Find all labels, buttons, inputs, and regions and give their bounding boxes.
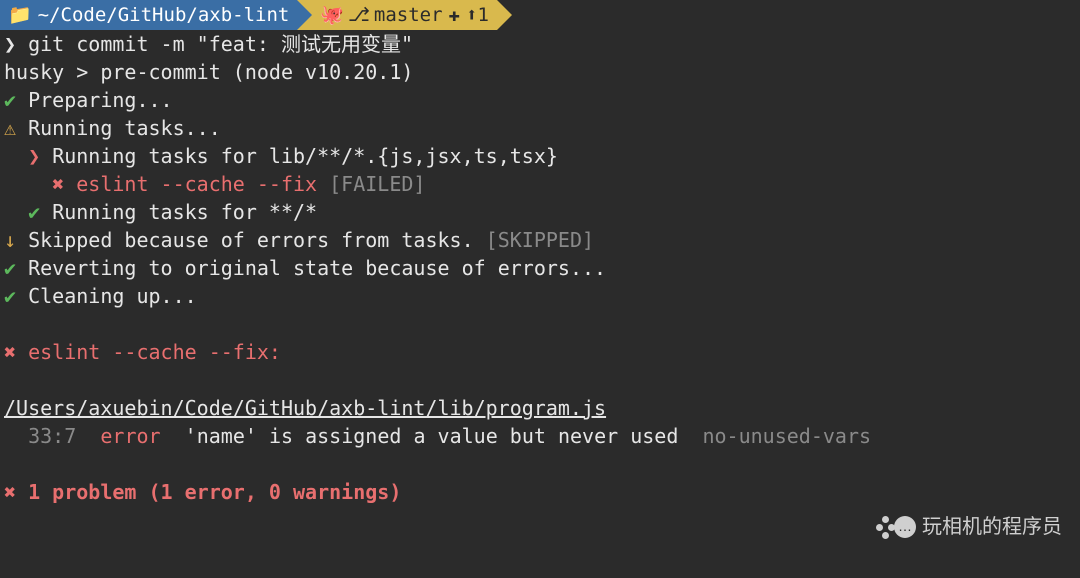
cross-icon: ✖ (4, 480, 16, 504)
eslint-header-line: ✖ eslint --cache --fix: (0, 338, 1080, 366)
lint-level: error (100, 424, 160, 448)
check-icon: ✔ (4, 284, 16, 308)
husky-line: husky > pre-commit (node v10.20.1) (0, 58, 1080, 86)
prompt-branch-segment: 🐙 ⎇ master ✚ ⬆ 1 (312, 0, 497, 30)
separator-icon (297, 0, 312, 30)
separator-icon (497, 0, 512, 30)
folder-icon: 📁 (8, 2, 32, 29)
prompt-path: ~/Code/GitHub/axb-lint (38, 2, 290, 29)
check-icon: ✔ (28, 200, 40, 224)
task-eslint-failed: ✖ eslint --cache --fix [FAILED] (0, 170, 1080, 198)
down-arrow-icon: ↓ (4, 228, 16, 252)
command-text: git commit -m "feat: 测试无用变量" (28, 32, 413, 56)
task-running-lib: ❯ Running tasks for lib/**/*.{js,jsx,ts,… (0, 142, 1080, 170)
lint-message: 33:7 error 'name' is assigned a value bu… (0, 422, 1080, 450)
prompt-path-segment: 📁 ~/Code/GitHub/axb-lint (0, 0, 297, 30)
prompt-bar: 📁 ~/Code/GitHub/axb-lint 🐙 ⎇ master ✚ ⬆ … (0, 0, 1080, 30)
task-preparing: ✔ Preparing... (0, 86, 1080, 114)
plus-icon: ✚ (449, 2, 460, 29)
watermark-text: 玩相机的程序员 (922, 513, 1062, 541)
task-skipped: ↓ Skipped because of errors from tasks. … (0, 226, 1080, 254)
skipped-tag: [SKIPPED] (486, 228, 594, 252)
ahead-count: 1 (477, 2, 488, 29)
lint-text: 'name' is assigned a value but never use… (185, 424, 679, 448)
github-icon: 🐙 (320, 2, 344, 29)
failed-tag: [FAILED] (329, 172, 425, 196)
summary-line: ✖ 1 problem (1 error, 0 warnings) (0, 478, 1080, 506)
warn-icon: ⚠ (4, 116, 16, 140)
lint-location: 33:7 (28, 424, 76, 448)
lint-rule: no-unused-vars (702, 424, 871, 448)
prompt-symbol: ❯ (4, 32, 16, 56)
task-cleaning: ✔ Cleaning up... (0, 282, 1080, 310)
task-reverting: ✔ Reverting to original state because of… (0, 254, 1080, 282)
task-running-all: ✔ Running tasks for **/* (0, 198, 1080, 226)
check-icon: ✔ (4, 88, 16, 112)
up-icon: ⬆ (466, 2, 477, 29)
branch-name: master (374, 2, 443, 29)
file-path[interactable]: /Users/axuebin/Code/GitHub/axb-lint/lib/… (0, 394, 1080, 422)
command-line[interactable]: ❯ git commit -m "feat: 测试无用变量" (0, 30, 1080, 58)
branch-icon: ⎇ (348, 2, 370, 29)
terminal: 📁 ~/Code/GitHub/axb-lint 🐙 ⎇ master ✚ ⬆ … (0, 0, 1080, 506)
chevron-icon: ❯ (28, 144, 40, 168)
cross-icon: ✖ (4, 340, 16, 364)
task-running: ⚠ Running tasks... (0, 114, 1080, 142)
wechat-icon: … (874, 510, 914, 544)
check-icon: ✔ (4, 256, 16, 280)
cross-icon: ✖ (52, 172, 64, 196)
watermark: … 玩相机的程序员 (874, 510, 1062, 544)
